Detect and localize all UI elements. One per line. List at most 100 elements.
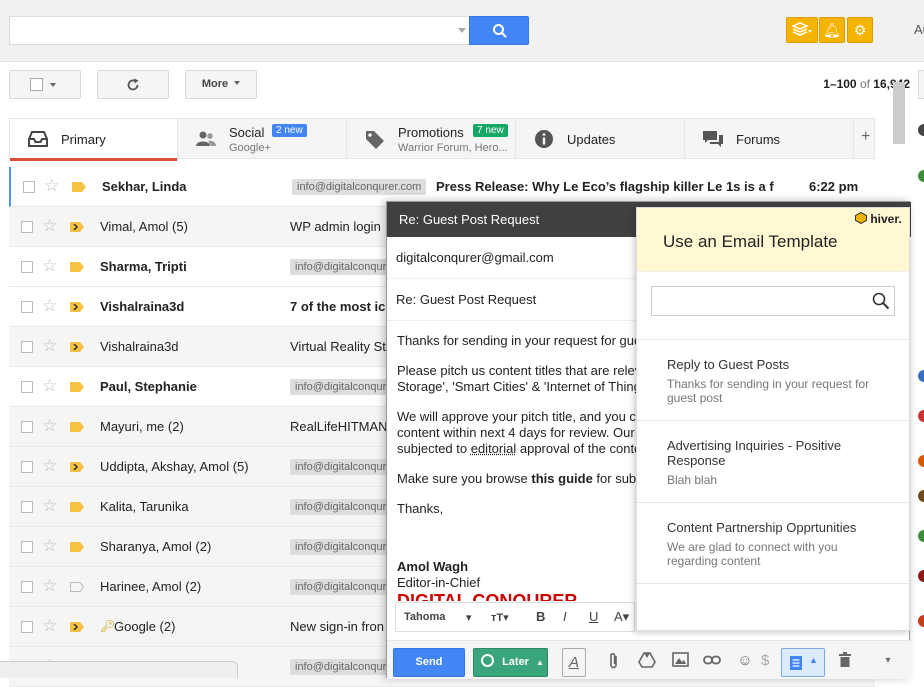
important-marker-icon[interactable]: [70, 302, 84, 312]
tab-updates[interactable]: Updates: [516, 119, 685, 159]
italic-icon[interactable]: I: [563, 609, 567, 624]
side-app-icon[interactable]: [918, 455, 924, 467]
notifications-bell-button[interactable]: 🔔︎: [819, 17, 845, 43]
template-search-input[interactable]: [651, 286, 895, 316]
star-icon[interactable]: ☆: [42, 216, 57, 236]
hiver-template-panel: hiver. Use an Email Template Reply to Gu…: [636, 207, 910, 631]
side-app-icon[interactable]: [918, 570, 924, 582]
bold-icon[interactable]: B: [536, 609, 545, 624]
important-marker-icon[interactable]: [70, 502, 84, 512]
hiver-stack-button[interactable]: [786, 17, 818, 43]
send-button[interactable]: Send: [393, 648, 465, 677]
side-app-icon[interactable]: [918, 490, 924, 502]
template-item[interactable]: Content Partnership Opprtunities We are …: [637, 502, 909, 584]
account-name[interactable]: Au: [914, 22, 924, 37]
search-button[interactable]: [469, 16, 529, 45]
side-app-icon[interactable]: [918, 370, 924, 382]
discard-trash-icon[interactable]: [836, 652, 854, 670]
star-icon[interactable]: ☆: [42, 536, 57, 556]
chevron-down-icon[interactable]: ▾: [466, 611, 472, 624]
side-app-icon[interactable]: [918, 170, 924, 182]
search-options-chevron-icon[interactable]: [458, 28, 466, 33]
tab-forums[interactable]: Forums: [685, 119, 854, 159]
select-checkbox-dropdown[interactable]: [9, 70, 81, 99]
star-icon[interactable]: ☆: [42, 496, 57, 516]
email-subject: RealLifeHITMAN: [290, 419, 388, 434]
star-icon[interactable]: ☆: [42, 616, 57, 636]
guide-link[interactable]: this guide: [531, 471, 592, 486]
insert-photo-icon[interactable]: [671, 652, 689, 670]
view-options-button[interactable]: [918, 70, 924, 99]
tab-social[interactable]: Social 2 new Google+: [178, 119, 347, 159]
settings-gear-button[interactable]: ⚙: [847, 17, 873, 43]
formatting-options-icon[interactable]: A: [562, 648, 586, 677]
row-checkbox[interactable]: [21, 501, 33, 513]
search-input[interactable]: [9, 16, 469, 45]
row-checkbox[interactable]: [21, 381, 33, 393]
important-marker-icon[interactable]: [70, 422, 84, 432]
row-checkbox[interactable]: [21, 541, 33, 553]
tab-primary[interactable]: Primary: [10, 119, 178, 160]
email-subject: Press Release: Why Le Eco’s flagship kil…: [436, 179, 774, 194]
side-app-icon[interactable]: [918, 615, 924, 627]
signature-title: Editor-in-Chief: [397, 575, 642, 591]
row-checkbox[interactable]: [21, 581, 33, 593]
vertical-scrollbar-thumb[interactable]: [893, 82, 905, 144]
important-marker-icon[interactable]: [70, 262, 84, 272]
template-description: We are glad to connect with you regardin…: [667, 540, 867, 568]
row-checkbox[interactable]: [21, 621, 33, 633]
email-template-button[interactable]: ▲: [781, 648, 825, 677]
insert-link-icon[interactable]: [703, 652, 721, 670]
email-label-chip[interactable]: info@digitalconqurer.com: [292, 179, 426, 195]
more-button[interactable]: More: [185, 70, 257, 99]
more-options-chevron-icon[interactable]: ▾: [879, 652, 897, 670]
star-icon[interactable]: ☆: [42, 376, 57, 396]
row-checkbox[interactable]: [21, 461, 33, 473]
horizontal-scrollbar[interactable]: [0, 661, 238, 678]
attach-paperclip-icon[interactable]: [605, 652, 623, 670]
star-icon[interactable]: ☆: [44, 176, 59, 196]
star-icon[interactable]: ☆: [42, 336, 57, 356]
important-marker-icon[interactable]: [70, 542, 84, 552]
side-app-icon[interactable]: [918, 530, 924, 542]
row-checkbox[interactable]: [21, 221, 33, 233]
important-marker-icon[interactable]: [70, 382, 84, 392]
star-icon[interactable]: ☆: [42, 576, 57, 596]
refresh-button[interactable]: [97, 70, 169, 99]
select-all-checkbox[interactable]: [30, 78, 43, 91]
important-marker-icon[interactable]: [70, 222, 84, 232]
star-icon[interactable]: ☆: [42, 456, 57, 476]
compose-footer: Send Later ▲ A ☺ $ ▲ ▾: [387, 640, 911, 679]
more-insert-options-icon[interactable]: $: [761, 652, 769, 670]
star-icon[interactable]: ☆: [42, 256, 57, 276]
send-later-button[interactable]: Later ▲: [473, 648, 548, 677]
font-size-icon[interactable]: ᴛT▾: [491, 611, 509, 624]
row-checkbox[interactable]: [21, 261, 33, 273]
template-item[interactable]: Advertising Inquiries - Positive Respons…: [637, 420, 909, 502]
row-checkbox[interactable]: [21, 341, 33, 353]
font-family-select[interactable]: Tahoma: [404, 611, 445, 623]
email-sender: Vimal, Amol (5): [100, 219, 188, 234]
star-icon[interactable]: ☆: [42, 296, 57, 316]
insert-emoji-icon[interactable]: ☺: [736, 652, 754, 670]
important-marker-icon[interactable]: [72, 182, 86, 192]
google-drive-icon[interactable]: [638, 652, 656, 670]
important-marker-icon[interactable]: [70, 342, 84, 352]
compose-body[interactable]: Thanks for sending in your request for g…: [397, 333, 642, 601]
email-sender: Uddipta, Akshay, Amol (5): [100, 459, 249, 474]
row-checkbox[interactable]: [21, 421, 33, 433]
side-app-icon[interactable]: [918, 124, 924, 136]
important-marker-icon[interactable]: [70, 462, 84, 472]
email-time: 6:22 pm: [809, 179, 858, 194]
underline-icon[interactable]: U: [589, 609, 598, 624]
text-color-icon[interactable]: A▾: [614, 609, 629, 625]
add-tab-plus-icon[interactable]: +: [861, 128, 870, 146]
side-app-icon[interactable]: [918, 410, 924, 422]
row-checkbox[interactable]: [21, 301, 33, 313]
template-item[interactable]: Reply to Guest Posts Thanks for sending …: [637, 339, 909, 420]
tab-promotions[interactable]: Promotions 7 new Warrior Forum, Hero...: [347, 119, 516, 159]
row-checkbox[interactable]: [23, 181, 35, 193]
important-marker-icon[interactable]: [70, 582, 84, 592]
star-icon[interactable]: ☆: [42, 416, 57, 436]
important-marker-icon[interactable]: [70, 622, 84, 632]
